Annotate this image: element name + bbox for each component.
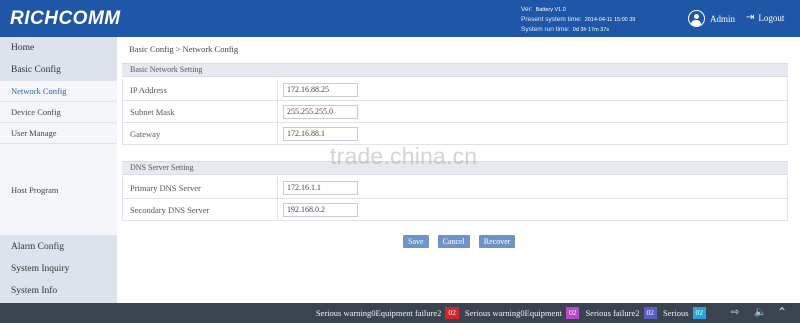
alarm-label: Serious xyxy=(663,308,689,318)
alarm-count-badge[interactable]: 02 xyxy=(643,307,657,319)
form-row-subnet: Subnet Mask 255.255.255.0 xyxy=(123,101,787,123)
sidebar-item-label: System Info xyxy=(11,286,58,296)
sidebar-item-label: Host Program xyxy=(11,184,59,195)
sidebar-item-user-manage[interactable]: User Manage xyxy=(0,123,117,144)
sidebar-item-host-program[interactable]: Host Program xyxy=(0,144,117,236)
secondary-dns-input[interactable]: 192.168.0.2 xyxy=(283,202,358,217)
subnet-mask-input[interactable]: 255.255.255.0 xyxy=(283,104,358,119)
subnet-mask-label: Subnet Mask xyxy=(123,101,278,122)
logout-label: Logout xyxy=(758,13,785,23)
chevron-up-icon[interactable]: ⌃ xyxy=(777,305,787,320)
run-time-value: 0d 3h 17m 37s xyxy=(572,27,610,33)
sidebar-item-network-config[interactable]: Network Config xyxy=(0,81,117,102)
sidebar-item-label: Network Config xyxy=(11,86,67,96)
gateway-input[interactable]: 172.16.88.1 xyxy=(283,126,358,141)
alarm-label: Serious warning0Equipment failure2 xyxy=(315,308,442,318)
form-row-gateway: Gateway 172.16.88.1 xyxy=(123,123,787,145)
user-name: Admin xyxy=(710,13,736,24)
system-time-value: 2014-04-11 15:00 39 xyxy=(584,17,636,23)
sidebar-item-alarm-config[interactable]: Alarm Config xyxy=(0,236,117,258)
version-value: Battery V1.0 xyxy=(535,7,566,13)
sidebar-item-label: User Manage xyxy=(11,128,57,138)
form-row-ip: IP Address 172.16.88.25 xyxy=(123,79,787,101)
user-menu[interactable]: Admin xyxy=(688,10,735,27)
sidebar-item-basic-config[interactable]: Basic Config xyxy=(0,59,117,81)
secondary-dns-label: Secondary DNS Server xyxy=(123,199,278,220)
dns-server-form: Primary DNS Server 172.16.1.1 Secondary … xyxy=(122,177,788,221)
sidebar-item-label: Device Config xyxy=(11,107,61,117)
sidebar-item-label: Alarm Config xyxy=(11,241,65,252)
watermark: trade.china.cn xyxy=(330,143,478,169)
app-header: RICHCOMM Ver: Battery V1.0 Present system… xyxy=(0,0,800,37)
recover-button[interactable]: Recover xyxy=(478,235,516,248)
status-footer: Serious warning0Equipment failure2 02 Se… xyxy=(0,303,800,323)
alarm-label: Serious failure2 xyxy=(585,308,640,318)
ip-address-label: IP Address xyxy=(123,79,278,100)
save-button[interactable]: Save xyxy=(403,235,429,248)
basic-network-form: IP Address 172.16.88.25 Subnet Mask 255.… xyxy=(122,79,788,145)
sound-icon[interactable]: 🔈 xyxy=(754,307,766,318)
sidebar-item-label: Basic Config xyxy=(11,64,61,75)
cancel-button[interactable]: Cancel xyxy=(437,235,470,248)
form-row-primary-dns: Primary DNS Server 172.16.1.1 xyxy=(123,177,787,199)
sidebar-item-home[interactable]: Home xyxy=(0,37,117,59)
alarm-count-badge[interactable]: 02 xyxy=(445,307,459,319)
alarm-label: Serious warning0Equipment xyxy=(464,308,562,318)
system-time-label: Present system time: xyxy=(521,16,582,23)
alarm-count-badge[interactable]: 02 xyxy=(692,307,706,319)
sidebar-item-device-config[interactable]: Device Config xyxy=(0,102,117,123)
logout-icon: ⇥ xyxy=(746,12,755,23)
sidebar-item-system-info[interactable]: System Info xyxy=(0,280,117,303)
ip-address-input[interactable]: 172.16.88.25 xyxy=(283,82,358,97)
version-label: Ver: xyxy=(521,6,533,13)
sidebar-item-system-inquiry[interactable]: System Inquiry xyxy=(0,258,117,280)
section-basic-network: Basic Network Setting xyxy=(122,63,788,77)
system-info-panel: Ver: Battery V1.0 Present system time: 201… xyxy=(521,5,635,35)
alarm-summary: Serious warning0Equipment failure2 02 Se… xyxy=(316,307,708,319)
breadcrumb: Basic Config > Network Config xyxy=(129,44,239,54)
logout-button[interactable]: ⇥ Logout xyxy=(746,12,785,24)
logo: RICHCOMM xyxy=(10,8,121,29)
sidebar-item-label: System Inquiry xyxy=(11,263,70,274)
form-row-secondary-dns: Secondary DNS Server 192.168.0.2 xyxy=(123,199,787,221)
sidebar-item-label: Home xyxy=(11,42,35,53)
form-actions: Save Cancel Recover xyxy=(403,235,516,248)
primary-dns-label: Primary DNS Server xyxy=(123,177,278,198)
user-avatar-icon xyxy=(688,10,705,27)
gateway-label: Gateway xyxy=(123,123,278,144)
primary-dns-input[interactable]: 172.16.1.1 xyxy=(283,180,358,195)
run-time-label: System run time: xyxy=(521,26,570,33)
export-icon[interactable]: ⇨ xyxy=(731,307,739,318)
alarm-count-badge[interactable]: 02 xyxy=(565,307,580,319)
